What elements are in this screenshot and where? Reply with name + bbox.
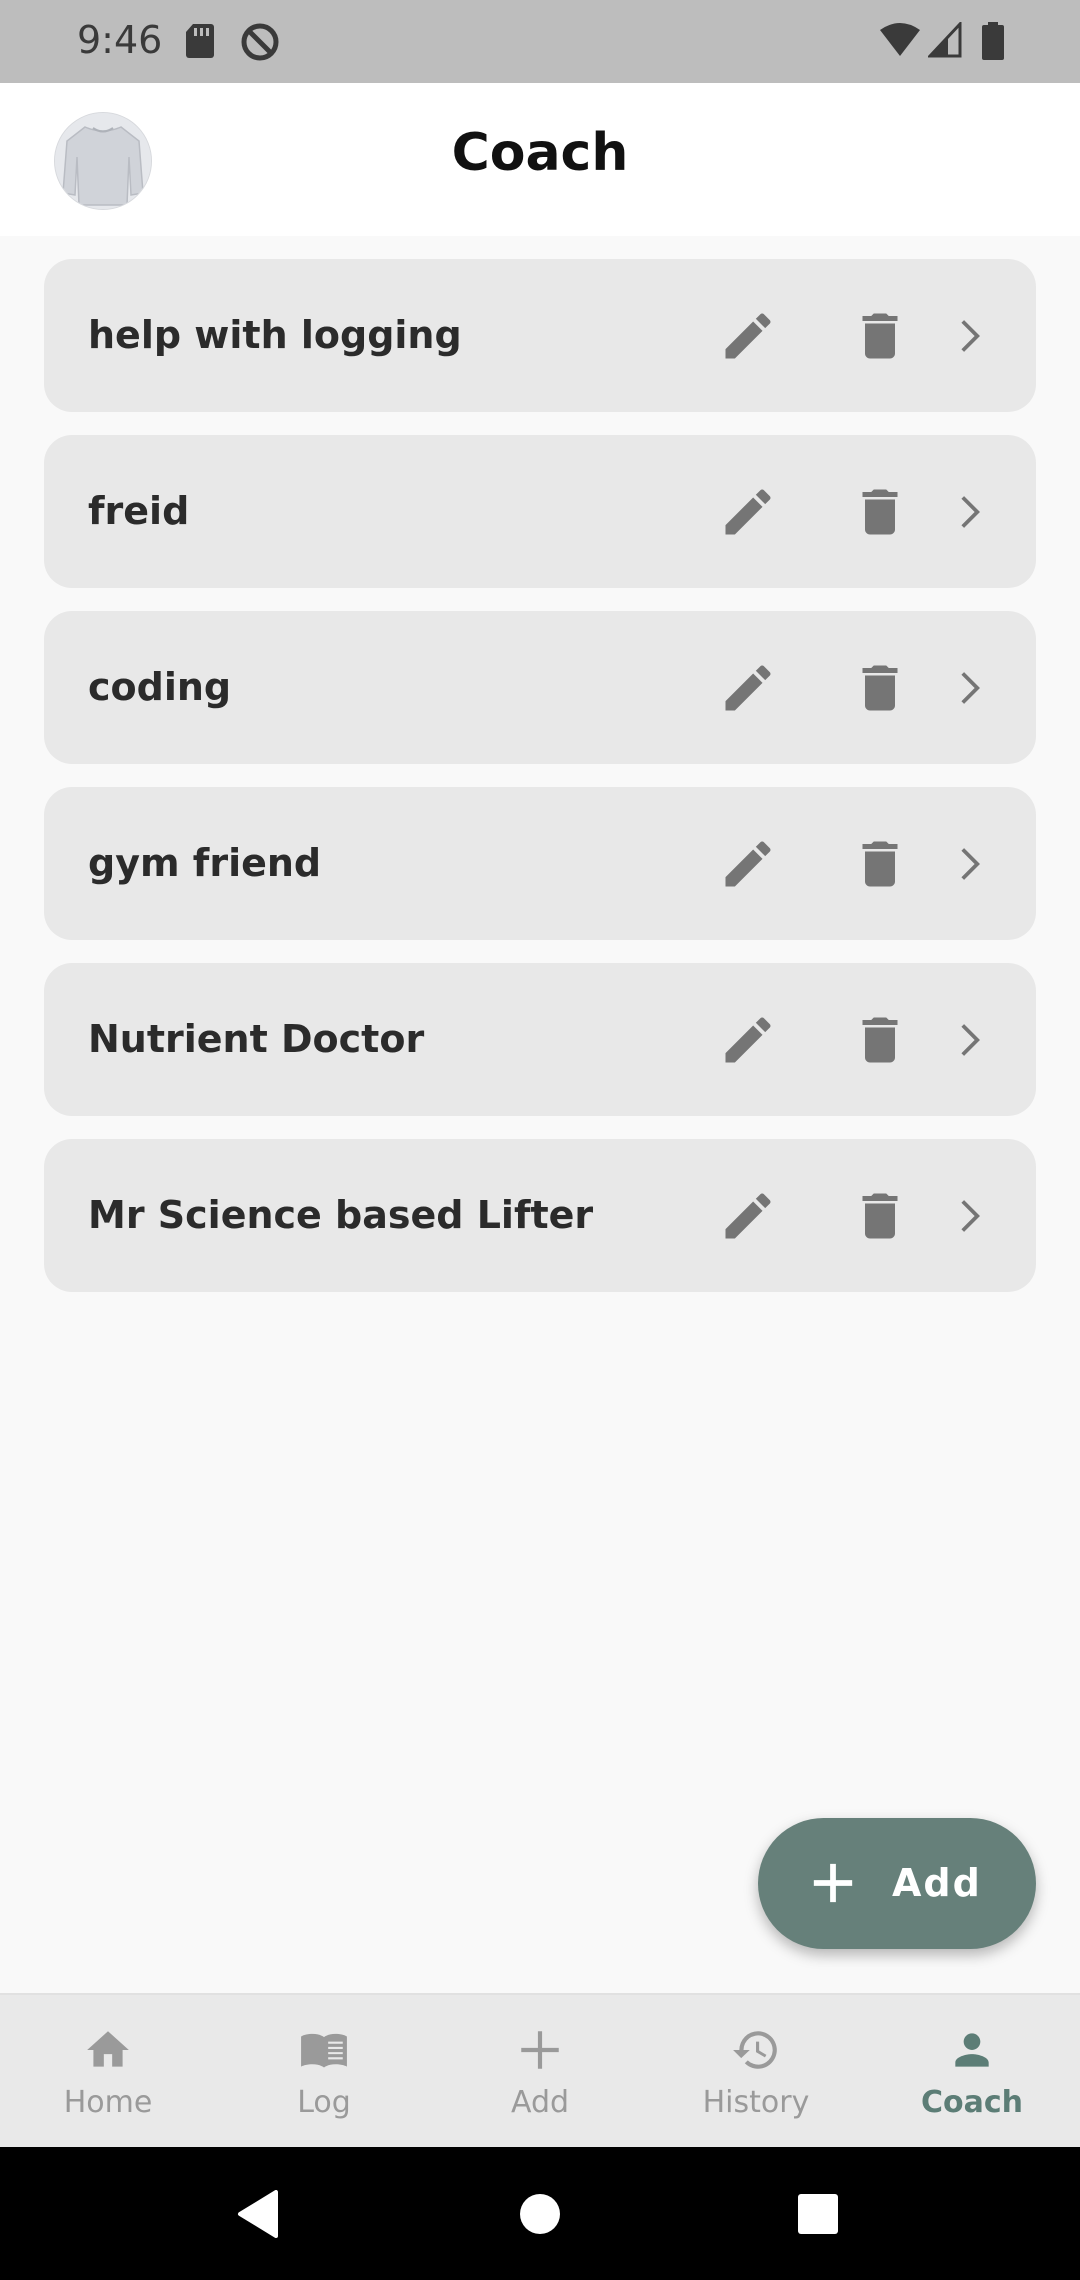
sd-card-icon (186, 24, 214, 58)
recents-icon[interactable] (797, 2193, 839, 2235)
edit-icon[interactable] (718, 306, 778, 366)
chevron-right-icon[interactable] (944, 1013, 994, 1067)
delete-icon[interactable] (850, 306, 910, 366)
plus-icon (521, 2031, 559, 2069)
edit-icon[interactable] (718, 1186, 778, 1246)
delete-icon[interactable] (850, 482, 910, 542)
app-bar: Coach (0, 83, 1080, 236)
coach-card[interactable]: coding (44, 611, 1036, 764)
nav-label: Coach (920, 2085, 1023, 2120)
bottom-nav: Home Log Add History Coach (0, 1993, 1080, 2149)
battery-icon (982, 22, 1004, 60)
plus-icon (813, 1863, 853, 1903)
chevron-right-icon[interactable] (944, 837, 994, 891)
nav-item-log[interactable]: Log (216, 1995, 432, 2149)
chevron-right-icon[interactable] (944, 309, 994, 363)
delete-icon[interactable] (850, 658, 910, 718)
coach-name: gym friend (88, 841, 322, 885)
status-bar: 9:46 (0, 0, 1080, 83)
coach-card[interactable]: gym friend (44, 787, 1036, 940)
edit-icon[interactable] (718, 482, 778, 542)
edit-icon[interactable] (718, 658, 778, 718)
do-not-disturb-icon (241, 23, 279, 61)
nav-item-add[interactable]: Add (432, 1995, 648, 2149)
nav-item-coach[interactable]: Coach (864, 1995, 1080, 2149)
coach-name: help with logging (88, 313, 462, 357)
coach-name: Mr Science based Lifter (88, 1193, 594, 1237)
book-icon (301, 2033, 347, 2068)
status-time: 9:46 (77, 18, 163, 62)
home-circle-icon[interactable] (518, 2192, 562, 2236)
coach-card[interactable]: Nutrient Doctor (44, 963, 1036, 1116)
nav-label: Log (297, 2085, 351, 2120)
delete-icon[interactable] (850, 834, 910, 894)
coach-card[interactable]: freid (44, 435, 1036, 588)
coach-name: freid (88, 489, 190, 533)
nav-label: History (702, 2085, 810, 2120)
delete-icon[interactable] (850, 1010, 910, 1070)
nav-item-history[interactable]: History (648, 1995, 864, 2149)
system-nav-bar (0, 2147, 1080, 2280)
coach-name: Nutrient Doctor (88, 1017, 425, 1061)
delete-icon[interactable] (850, 1186, 910, 1246)
chevron-right-icon[interactable] (944, 1189, 994, 1243)
nav-label: Home (63, 2085, 153, 2120)
nav-item-home[interactable]: Home (0, 1995, 216, 2149)
nav-label: Add (510, 2085, 570, 2120)
person-icon (955, 2033, 989, 2067)
coach-list: help with logging freid coding gym frien… (44, 259, 1036, 1315)
edit-icon[interactable] (718, 834, 778, 894)
history-icon (733, 2031, 777, 2069)
add-coach-button[interactable]: Add (758, 1818, 1036, 1949)
signal-icon (928, 22, 962, 58)
coach-name: coding (88, 665, 232, 709)
back-icon[interactable] (236, 2190, 280, 2238)
wifi-icon (880, 23, 920, 56)
edit-icon[interactable] (718, 1010, 778, 1070)
chevron-right-icon[interactable] (944, 485, 994, 539)
home-icon (87, 2031, 129, 2067)
coach-card[interactable]: Mr Science based Lifter (44, 1139, 1036, 1292)
page-title: Coach (451, 123, 629, 183)
chevron-right-icon[interactable] (944, 661, 994, 715)
add-button-label: Add (892, 1861, 982, 1905)
coach-card[interactable]: help with logging (44, 259, 1036, 412)
